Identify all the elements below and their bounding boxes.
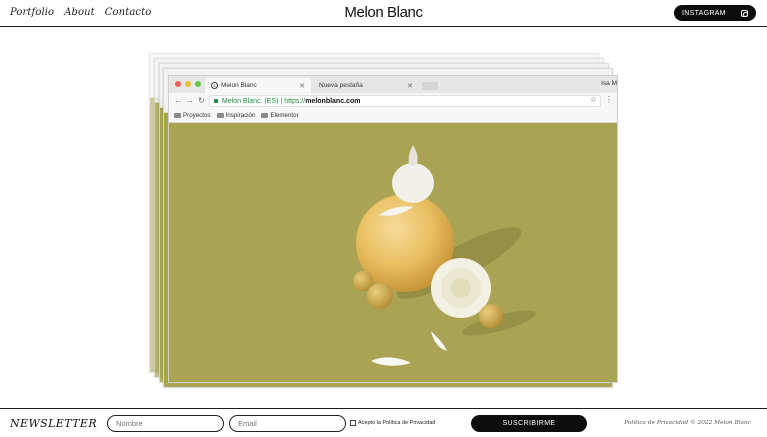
site-footer: NEWSLETTER Acepto la Política de Privaci… xyxy=(0,408,767,437)
bookmark-folder[interactable]: Elementor xyxy=(261,112,299,119)
folder-icon xyxy=(174,113,181,118)
browser-profile[interactable]: Isa M xyxy=(601,80,617,87)
address-scheme: https:// xyxy=(284,97,306,105)
legal-text[interactable]: Política de Privacidad © 2022 Melon Blan… xyxy=(624,420,751,426)
close-tab-icon[interactable]: ✕ xyxy=(299,82,305,90)
minimize-window-icon[interactable] xyxy=(185,81,191,87)
privacy-consent[interactable]: Acepto la Política de Privacidad xyxy=(350,420,435,426)
instagram-button[interactable]: INSTAGRAM xyxy=(674,5,756,21)
site-favicon-icon: ☺ xyxy=(211,82,218,89)
address-secure-label: Melon Blanc. (ES) | xyxy=(222,97,283,105)
address-bar[interactable]: Melon Blanc. (ES) | https:// melonblanc.… xyxy=(209,95,601,107)
bookmark-star-icon[interactable]: ☆ xyxy=(590,95,597,104)
browser-window: ☺ Melon Blanc ✕ Nueva pestaña ✕ Isa M ← … xyxy=(168,75,618,383)
instagram-label: INSTAGRAM xyxy=(682,9,726,17)
bookmark-folder[interactable]: Proyectos xyxy=(174,112,211,119)
bookmark-label: Proyectos xyxy=(183,112,211,119)
folder-icon xyxy=(261,113,269,118)
forward-arrow-icon[interactable]: → xyxy=(186,96,194,105)
window-controls xyxy=(175,81,201,87)
browser-tab-inactive[interactable]: Nueva pestaña ✕ xyxy=(313,78,419,93)
newsletter-title: NEWSLETTER xyxy=(10,417,98,430)
address-domain: melonblanc.com xyxy=(305,97,361,105)
hero-photo xyxy=(169,123,617,382)
privacy-checkbox[interactable] xyxy=(350,420,356,426)
subscribe-button[interactable]: SUSCRIBIRME xyxy=(471,415,587,432)
maximize-window-icon[interactable] xyxy=(195,81,201,87)
tab-title: Nueva pestaña xyxy=(319,82,363,89)
browser-toolbar: ← → ↻ Melon Blanc. (ES) | https:// melon… xyxy=(169,93,617,109)
privacy-consent-label: Acepto la Política de Privacidad xyxy=(358,420,436,426)
bookmark-folder[interactable]: Inspiración xyxy=(216,112,256,119)
name-field[interactable] xyxy=(107,415,224,432)
melon-still-life-image xyxy=(353,145,536,366)
browser-tab-active[interactable]: ☺ Melon Blanc ✕ xyxy=(205,78,311,93)
browser-tab-bar: ☺ Melon Blanc ✕ Nueva pestaña ✕ Isa M xyxy=(169,76,617,93)
close-window-icon[interactable] xyxy=(175,81,181,87)
bookmark-label: Elementor xyxy=(270,112,299,119)
close-tab-icon[interactable]: ✕ xyxy=(407,82,413,90)
reload-icon[interactable]: ↻ xyxy=(198,96,205,105)
tab-title: Melon Blanc xyxy=(221,82,257,89)
bookmarks-bar: Proyectos Inspiración Elementor xyxy=(169,109,617,123)
instagram-icon xyxy=(741,9,748,17)
new-tab-button[interactable] xyxy=(422,82,438,90)
back-arrow-icon[interactable]: ← xyxy=(174,96,182,105)
brand-logo[interactable]: Melon Blanc xyxy=(0,4,767,21)
email-field[interactable] xyxy=(229,415,346,432)
folder-icon xyxy=(216,113,224,118)
lock-icon xyxy=(214,99,218,103)
browser-menu-icon[interactable]: ⋮ xyxy=(605,95,613,104)
bookmark-label: Inspiración xyxy=(225,112,256,119)
site-header: Portfolio About Contacto Melon Blanc INS… xyxy=(0,0,767,27)
